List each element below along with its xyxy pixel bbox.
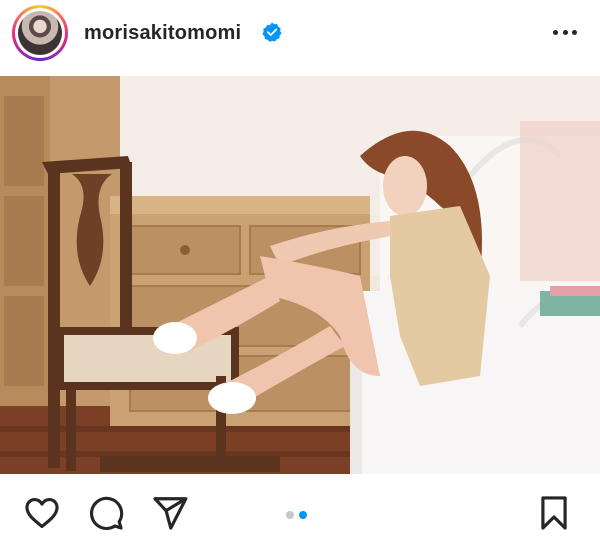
heart-icon[interactable]	[23, 494, 61, 532]
avatar[interactable]	[12, 5, 68, 61]
bookmark-icon[interactable]	[535, 494, 573, 532]
carousel-dot-active[interactable]	[299, 511, 307, 519]
verified-badge-icon	[262, 22, 282, 42]
post-image	[0, 76, 600, 474]
username-link[interactable]: morisakitomomi	[84, 22, 241, 45]
post-photo[interactable]	[0, 76, 600, 474]
send-icon[interactable]	[151, 494, 189, 532]
carousel-indicator	[286, 511, 307, 519]
carousel-dot[interactable]	[286, 511, 294, 519]
post-header: morisakitomomi	[0, 0, 600, 66]
action-bar	[0, 474, 600, 538]
comment-icon[interactable]	[87, 494, 125, 532]
more-options-icon[interactable]	[550, 20, 580, 44]
avatar-image	[18, 11, 62, 55]
